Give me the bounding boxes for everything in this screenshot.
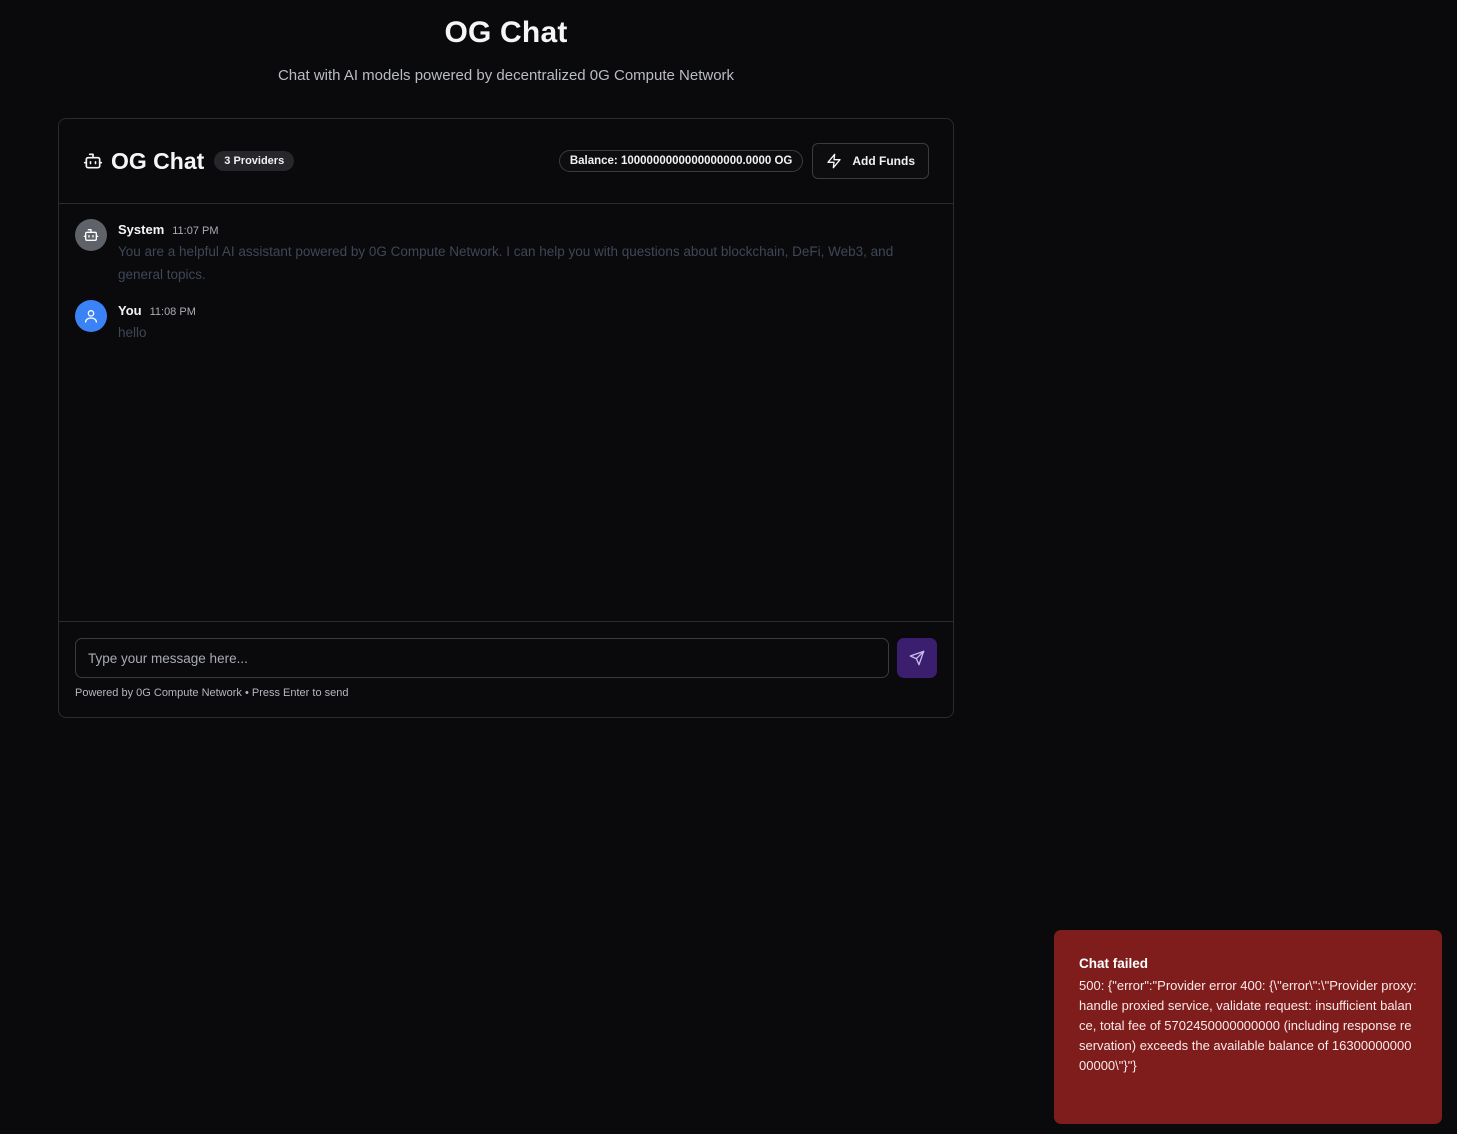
card-header: OG Chat 3 Providers Balance: 10000000000… bbox=[59, 119, 953, 204]
message-body: System 11:07 PM You are a helpful AI ass… bbox=[118, 219, 933, 286]
message-meta: You 11:08 PM bbox=[118, 303, 196, 318]
zap-icon bbox=[826, 153, 842, 169]
composer-footer-note: Powered by 0G Compute Network • Press En… bbox=[75, 687, 349, 699]
avatar-user bbox=[75, 300, 107, 332]
message-input[interactable] bbox=[75, 638, 889, 678]
bot-icon bbox=[83, 227, 99, 243]
message-text: You are a helpful AI assistant powered b… bbox=[118, 244, 894, 282]
header-actions: Balance: 1000000000000000000.0000 OG Add… bbox=[558, 143, 929, 179]
error-toast[interactable]: Chat failed 500: {"error":"Provider erro… bbox=[1054, 930, 1442, 1124]
composer: Powered by 0G Compute Network • Press En… bbox=[59, 621, 953, 717]
card-title: OG Chat bbox=[111, 147, 205, 174]
page-title: OG Chat bbox=[444, 16, 568, 49]
avatar-system bbox=[75, 219, 107, 251]
user-icon bbox=[83, 308, 99, 324]
chat-card: OG Chat 3 Providers Balance: 10000000000… bbox=[58, 118, 954, 718]
providers-badge: 3 Providers bbox=[214, 151, 295, 171]
send-button[interactable] bbox=[897, 638, 937, 678]
send-icon bbox=[909, 650, 925, 666]
message-list[interactable]: System 11:07 PM You are a helpful AI ass… bbox=[59, 205, 953, 621]
add-funds-label: Add Funds bbox=[852, 154, 915, 168]
toast-message: 500: {"error":"Provider error 400: {\"er… bbox=[1079, 978, 1417, 1073]
add-funds-button[interactable]: Add Funds bbox=[812, 143, 929, 179]
bot-icon bbox=[83, 151, 103, 171]
message-time: 11:08 PM bbox=[149, 306, 196, 318]
message-user: You 11:08 PM hello bbox=[75, 300, 937, 344]
message-system: System 11:07 PM You are a helpful AI ass… bbox=[75, 219, 937, 286]
page-subtitle: Chat with AI models powered by decentral… bbox=[277, 67, 735, 84]
message-text: hello bbox=[118, 325, 147, 340]
message-body: You 11:08 PM hello bbox=[118, 300, 196, 344]
composer-row bbox=[75, 638, 937, 678]
balance-badge: Balance: 1000000000000000000.0000 OG bbox=[558, 150, 804, 172]
message-sender: You bbox=[118, 303, 142, 318]
page-header: OG Chat Chat with AI models powered by d… bbox=[58, 14, 954, 86]
message-time: 11:07 PM bbox=[172, 225, 219, 237]
card-title-group: OG Chat 3 Providers bbox=[83, 147, 295, 175]
toast-title: Chat failed bbox=[1079, 956, 1149, 971]
message-meta: System 11:07 PM bbox=[118, 222, 933, 237]
message-sender: System bbox=[118, 222, 165, 237]
